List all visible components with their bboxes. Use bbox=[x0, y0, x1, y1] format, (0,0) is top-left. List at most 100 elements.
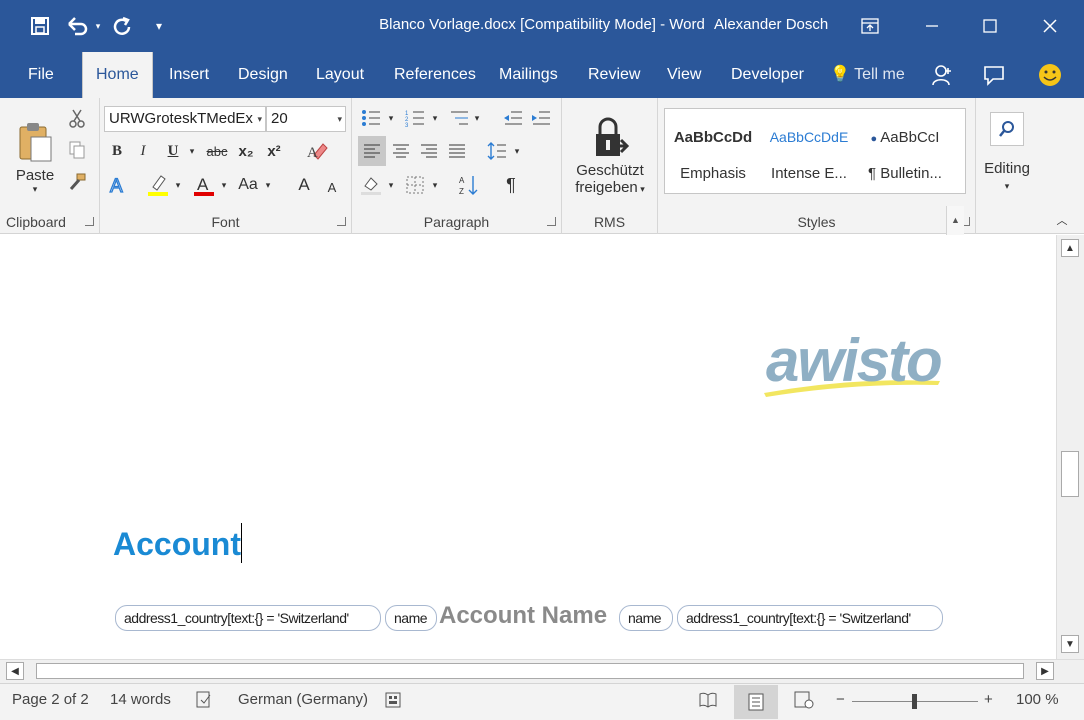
font-size-dropdown-icon[interactable]: ▾ bbox=[337, 107, 342, 131]
user-name[interactable]: Alexander Dosch bbox=[714, 16, 828, 33]
shading-icon[interactable] bbox=[358, 172, 384, 198]
content-control-country[interactable]: address1_country[text:{} = 'Switzerland' bbox=[115, 605, 381, 631]
scroll-up-icon[interactable]: ▲ bbox=[1061, 239, 1079, 257]
justify-button[interactable] bbox=[444, 136, 470, 166]
highlight-dropdown-icon[interactable]: ▾ bbox=[172, 172, 184, 198]
underline-button[interactable]: U bbox=[162, 140, 184, 162]
document-heading[interactable]: Account bbox=[113, 523, 242, 565]
paste-dropdown-icon[interactable]: ▾ bbox=[33, 184, 38, 195]
tab-review[interactable]: Review bbox=[584, 52, 644, 98]
strikethrough-button[interactable]: abc bbox=[204, 140, 230, 162]
subscript-button[interactable]: x₂ bbox=[234, 140, 258, 162]
tell-me-search[interactable]: 💡 Tell me bbox=[826, 52, 909, 98]
superscript-button[interactable]: x² bbox=[262, 140, 286, 162]
decrease-indent-icon[interactable] bbox=[500, 106, 526, 130]
format-painter-icon[interactable] bbox=[64, 170, 90, 194]
minimize-icon[interactable] bbox=[912, 10, 952, 42]
web-layout-icon[interactable] bbox=[794, 691, 814, 713]
zoom-out-icon[interactable]: − bbox=[836, 691, 845, 708]
content-control-name-start[interactable]: name bbox=[385, 605, 437, 631]
italic-button[interactable]: I bbox=[132, 140, 154, 162]
highlight-icon[interactable] bbox=[146, 172, 170, 198]
rms-dropdown-icon[interactable]: ▾ bbox=[638, 184, 645, 194]
page-count[interactable]: Page 2 of 2 bbox=[12, 691, 89, 708]
tab-developer[interactable]: Developer bbox=[727, 52, 808, 98]
account-name-field[interactable]: Account Name bbox=[439, 602, 607, 632]
macro-record-icon[interactable] bbox=[384, 691, 402, 713]
style-bulletin[interactable]: ● AaBbCcI ¶ Bulletin... bbox=[857, 109, 953, 193]
borders-icon[interactable] bbox=[402, 172, 428, 198]
cut-icon[interactable] bbox=[64, 106, 90, 130]
align-left-button[interactable] bbox=[358, 136, 386, 166]
save-icon[interactable] bbox=[26, 12, 54, 40]
bold-button[interactable]: B bbox=[106, 140, 128, 162]
change-case-dropdown-icon[interactable]: ▾ bbox=[262, 172, 274, 198]
tab-insert[interactable]: Insert bbox=[165, 52, 213, 98]
font-launcher-icon[interactable] bbox=[337, 217, 346, 226]
editing-button[interactable]: Editing ▾ bbox=[982, 104, 1032, 200]
show-formatting-marks-button[interactable]: ¶ bbox=[498, 172, 524, 198]
bullets-icon[interactable] bbox=[358, 106, 384, 130]
text-effects-icon[interactable]: A bbox=[106, 172, 130, 198]
shading-dropdown-icon[interactable]: ▾ bbox=[386, 172, 396, 198]
tab-references[interactable]: References bbox=[390, 52, 480, 98]
tab-layout[interactable]: Layout bbox=[312, 52, 368, 98]
clipboard-launcher-icon[interactable] bbox=[85, 217, 94, 226]
undo-icon[interactable] bbox=[64, 12, 92, 40]
ribbon-display-options-icon[interactable] bbox=[850, 10, 890, 42]
style-emphasis[interactable]: AaBbCcDd Emphasis bbox=[665, 109, 761, 193]
paragraph-launcher-icon[interactable] bbox=[547, 217, 556, 226]
scroll-right-icon[interactable]: ▶ bbox=[1036, 662, 1054, 680]
multilevel-list-dropdown-icon[interactable]: ▾ bbox=[472, 106, 482, 130]
clear-formatting-icon[interactable]: A bbox=[302, 136, 332, 164]
document-page[interactable]: awisto Account bbox=[0, 235, 1056, 659]
increase-indent-icon[interactable] bbox=[528, 106, 554, 130]
horizontal-scroll-thumb[interactable] bbox=[36, 663, 1024, 679]
language-indicator[interactable]: German (Germany) bbox=[238, 691, 368, 708]
zoom-level[interactable]: 100 % bbox=[1016, 691, 1059, 708]
horizontal-scrollbar[interactable]: ◀ ▶ bbox=[0, 659, 1084, 683]
align-center-button[interactable] bbox=[388, 136, 414, 166]
bullets-dropdown-icon[interactable]: ▾ bbox=[386, 106, 396, 130]
line-spacing-dropdown-icon[interactable]: ▾ bbox=[512, 136, 522, 166]
font-color-dropdown-icon[interactable]: ▾ bbox=[218, 172, 230, 198]
numbering-icon[interactable]: 123 bbox=[402, 106, 428, 130]
font-size-combo[interactable]: 20 ▾ bbox=[266, 106, 346, 132]
maximize-icon[interactable] bbox=[970, 10, 1010, 42]
zoom-slider-thumb[interactable] bbox=[912, 694, 917, 709]
zoom-in-icon[interactable]: + bbox=[984, 691, 993, 708]
line-spacing-icon[interactable] bbox=[484, 136, 510, 166]
scroll-down-icon[interactable]: ▼ bbox=[1061, 635, 1079, 653]
tab-home[interactable]: Home bbox=[82, 52, 153, 98]
tab-view[interactable]: View bbox=[663, 52, 705, 98]
undo-dropdown-icon[interactable]: ▾ bbox=[92, 12, 104, 40]
tab-design[interactable]: Design bbox=[234, 52, 292, 98]
copy-icon[interactable] bbox=[64, 138, 90, 162]
content-control-country-end[interactable]: address1_country[text:{} = 'Switzerland' bbox=[677, 605, 943, 631]
borders-dropdown-icon[interactable]: ▾ bbox=[430, 172, 440, 198]
word-count[interactable]: 14 words bbox=[110, 691, 171, 708]
print-layout-icon[interactable] bbox=[734, 685, 778, 719]
shrink-font-button[interactable]: A bbox=[320, 174, 344, 200]
paste-button[interactable]: Paste ▾ bbox=[12, 106, 58, 210]
vertical-scrollbar[interactable]: ▲ ▼ bbox=[1056, 235, 1084, 659]
redo-icon[interactable] bbox=[108, 12, 136, 40]
style-intense-emphasis[interactable]: AaBbCcDdE Intense E... bbox=[761, 109, 857, 193]
close-icon[interactable] bbox=[1030, 10, 1070, 42]
share-icon[interactable] bbox=[928, 62, 956, 88]
proofing-icon[interactable] bbox=[196, 691, 216, 713]
grow-font-button[interactable]: A bbox=[292, 172, 316, 198]
scroll-left-icon[interactable]: ◀ bbox=[6, 662, 24, 680]
protected-share-button[interactable]: Geschützt freigeben ▾ bbox=[568, 104, 652, 208]
vertical-scroll-thumb[interactable] bbox=[1061, 451, 1079, 497]
sort-icon[interactable]: AZ bbox=[456, 172, 482, 198]
content-control-name-end[interactable]: name bbox=[619, 605, 673, 631]
collapse-ribbon-icon[interactable]: ︿ bbox=[1052, 210, 1072, 230]
align-right-button[interactable] bbox=[416, 136, 442, 166]
numbering-dropdown-icon[interactable]: ▾ bbox=[430, 106, 440, 130]
font-color-icon[interactable]: A bbox=[192, 172, 216, 198]
smiley-feedback-icon[interactable] bbox=[1036, 62, 1064, 88]
change-case-button[interactable]: Aa bbox=[234, 172, 262, 198]
comments-icon[interactable] bbox=[980, 62, 1008, 88]
underline-dropdown-icon[interactable]: ▾ bbox=[186, 140, 198, 162]
